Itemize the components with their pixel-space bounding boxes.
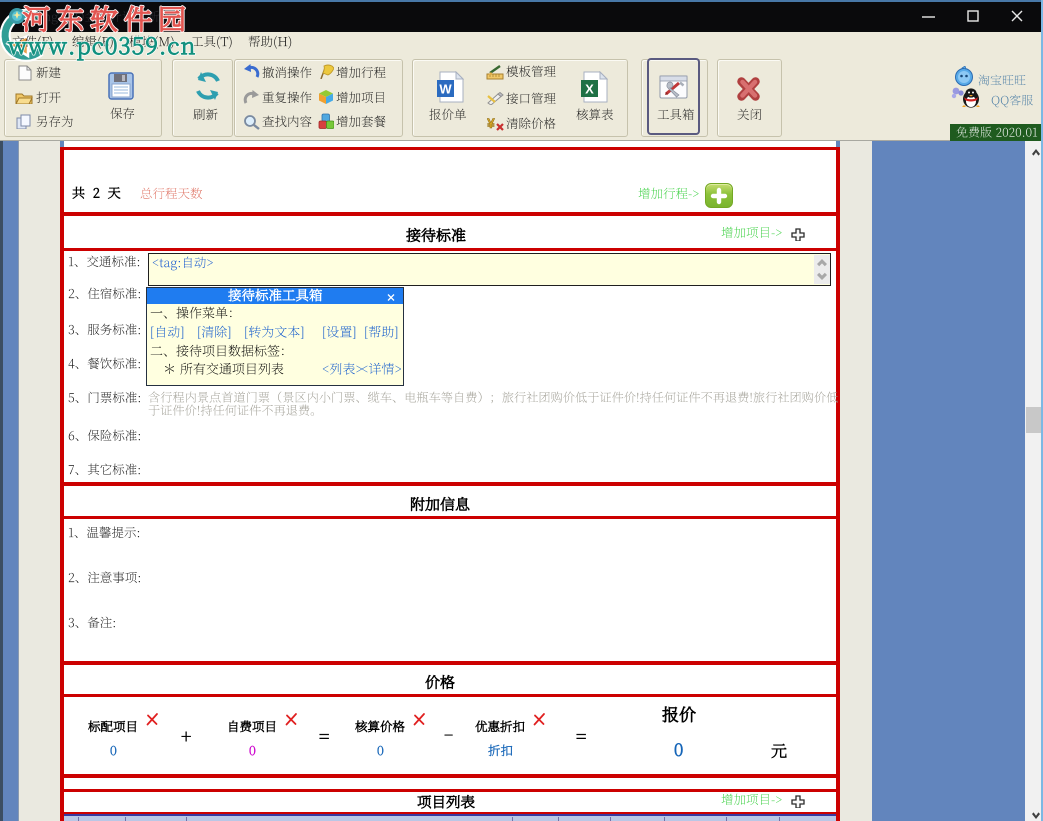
svg-text:¥: ¥: [487, 115, 495, 131]
svg-text:W: W: [439, 82, 452, 97]
svg-text:X: X: [585, 82, 594, 97]
